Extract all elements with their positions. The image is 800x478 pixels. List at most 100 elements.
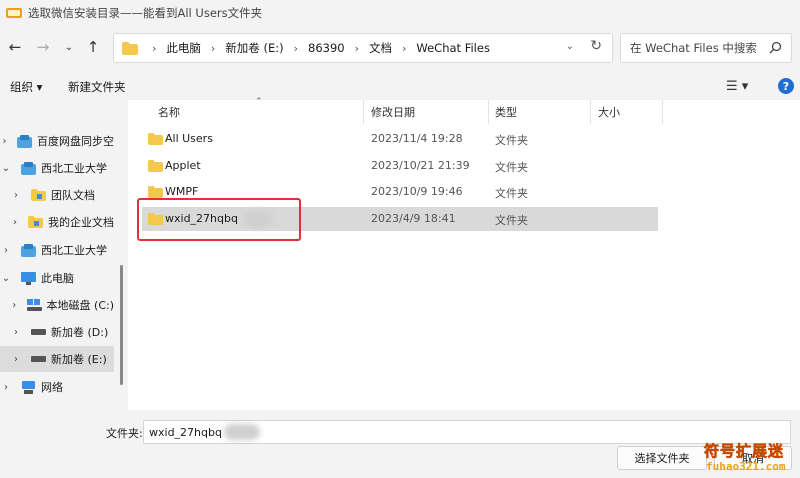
sidebar-item-this-pc[interactable]: ⌄ 此电脑: [0, 265, 114, 291]
command-bar: 组织 ▾ 新建文件夹 ☰ ▾ ?: [0, 72, 800, 100]
sidebar-item-drive-e[interactable]: › 新加卷 (E:): [0, 346, 114, 372]
breadcrumb-item[interactable]: WeChat Files: [416, 41, 490, 55]
sidebar-item-label: 新加卷 (E:): [51, 353, 107, 366]
refresh-icon[interactable]: ↻: [590, 38, 602, 54]
file-date: 2023/10/9 19:46: [371, 185, 463, 198]
view-options-icon[interactable]: ☰ ▾: [726, 79, 748, 94]
column-divider[interactable]: [488, 100, 489, 124]
column-divider[interactable]: [662, 100, 663, 124]
cloud-folder-icon: [20, 161, 36, 175]
folder-icon: [148, 133, 163, 145]
window-title: 选取微信安装目录——能看到All Users文件夹: [28, 6, 263, 20]
chevron-right-icon[interactable]: ›: [10, 217, 20, 228]
search-placeholder: 在 WeChat Files 中搜索: [630, 41, 757, 55]
chevron-right-icon: ›: [210, 41, 216, 55]
new-folder-button[interactable]: 新建文件夹: [68, 79, 126, 95]
drive-icon: [26, 298, 42, 312]
chevron-right-icon[interactable]: ›: [10, 354, 22, 365]
chevron-right-icon: ›: [152, 41, 157, 55]
breadcrumb: › 此电脑 › 新加卷 (E:) › 86390 › 文档 › WeChat F…: [142, 40, 490, 56]
chevron-down-icon[interactable]: ⌄: [0, 273, 12, 284]
sidebar-item-label: 百度网盘同步空: [37, 135, 114, 148]
network-icon: [20, 380, 36, 394]
watermark-url: fuhao321.com: [706, 460, 786, 473]
chevron-right-icon: ›: [354, 41, 359, 55]
help-icon[interactable]: ?: [778, 78, 794, 94]
up-arrow-icon[interactable]: ↑: [82, 36, 104, 58]
folder-icon: [148, 160, 163, 172]
column-divider[interactable]: [363, 100, 364, 124]
sidebar-item-drive-c[interactable]: › 本地磁盘 (C:): [0, 292, 114, 318]
chevron-right-icon: ›: [293, 41, 298, 55]
file-date: 2023/10/21 21:39: [371, 159, 470, 172]
sort-ascending-icon: ⌃: [255, 97, 263, 107]
chevron-right-icon[interactable]: ›: [0, 382, 12, 393]
folder-icon: [28, 215, 43, 229]
forward-arrow-icon[interactable]: →: [32, 36, 54, 58]
column-header-size[interactable]: 大小: [598, 104, 620, 120]
recent-locations-chevron-icon[interactable]: ⌄: [58, 36, 80, 58]
back-arrow-icon[interactable]: ←: [4, 36, 26, 58]
pc-icon: [20, 271, 36, 285]
highlight-annotation-box: [137, 198, 301, 241]
navigation-pane: › 百度网盘同步空 ⌄ 西北工业大学 › 团队文档 › 我的企业文档 › 西北工…: [0, 100, 118, 410]
chevron-right-icon[interactable]: ›: [10, 190, 22, 201]
sidebar-item-team-docs[interactable]: › 团队文档: [0, 182, 114, 208]
file-row[interactable]: All Users 2023/11/4 19:28 文件夹: [142, 127, 658, 151]
column-header-type[interactable]: 类型: [495, 104, 517, 120]
dialog-footer: 文件夹: wxid_27hqbq 选择文件夹 取消: [0, 410, 800, 478]
cloud-folder-icon: [17, 134, 32, 148]
chevron-down-icon[interactable]: ⌄: [0, 163, 12, 174]
organize-button[interactable]: 组织 ▾: [10, 79, 42, 95]
sidebar-item-enterprise-docs[interactable]: › 我的企业文档: [0, 209, 114, 235]
address-bar[interactable]: › 此电脑 › 新加卷 (E:) › 86390 › 文档 › WeChat F…: [113, 33, 613, 63]
sidebar-item-label: 网络: [41, 381, 63, 394]
folder-name-value: wxid_27hqbq: [149, 425, 222, 439]
sidebar-scrollbar[interactable]: [120, 265, 123, 385]
file-date: 2023/11/4 19:28: [371, 132, 463, 145]
select-folder-button[interactable]: 选择文件夹: [617, 446, 707, 470]
chevron-right-icon: ›: [402, 41, 407, 55]
column-header-name[interactable]: 名称: [158, 104, 180, 120]
sidebar-item-label: 西北工业大学: [41, 244, 107, 257]
file-date: 2023/4/9 18:41: [371, 212, 456, 225]
folder-name-label: 文件夹:: [106, 427, 143, 440]
sidebar-item-nwpu-2[interactable]: › 西北工业大学: [0, 237, 114, 263]
title-bar: 选取微信安装目录——能看到All Users文件夹: [0, 0, 800, 26]
folder-name-input[interactable]: wxid_27hqbq: [143, 420, 791, 444]
chevron-right-icon[interactable]: ›: [0, 245, 12, 256]
file-type: 文件夹: [495, 134, 528, 147]
drive-icon: [30, 352, 46, 366]
file-type: 文件夹: [495, 161, 528, 174]
site-watermark: 符号扩展迷 fuhao321.com: [700, 438, 800, 478]
breadcrumb-item[interactable]: 此电脑: [166, 40, 201, 56]
sidebar-item-label: 本地磁盘 (C:): [46, 299, 114, 312]
file-row[interactable]: Applet 2023/10/21 21:39 文件夹: [142, 154, 658, 178]
chevron-right-icon[interactable]: ›: [10, 300, 19, 311]
sidebar-item-nwpu[interactable]: ⌄ 西北工业大学: [0, 155, 114, 181]
watermark-title: 符号扩展迷: [704, 442, 785, 461]
chevron-right-icon[interactable]: ›: [0, 136, 9, 147]
sidebar-item-drive-d[interactable]: › 新加卷 (D:): [0, 319, 114, 345]
chevron-right-icon[interactable]: ›: [10, 327, 22, 338]
cloud-folder-icon: [20, 243, 36, 257]
folder-icon: [148, 186, 163, 198]
search-box[interactable]: 在 WeChat Files 中搜索: [620, 33, 792, 63]
breadcrumb-item[interactable]: 文档: [369, 40, 392, 56]
address-dropdown-icon[interactable]: ⌄: [566, 41, 574, 52]
column-divider[interactable]: [590, 100, 591, 124]
sidebar-item-label: 团队文档: [51, 189, 95, 202]
sidebar-item-label: 此电脑: [41, 272, 74, 285]
file-name: Applet: [165, 159, 201, 172]
sidebar-item-label: 西北工业大学: [41, 162, 107, 175]
column-header-date[interactable]: 修改日期: [371, 104, 415, 120]
drive-icon: [30, 325, 46, 339]
sidebar-item-network[interactable]: › 网络: [0, 374, 114, 400]
sidebar-item-baidu-sync[interactable]: › 百度网盘同步空: [0, 128, 114, 154]
file-type: 文件夹: [495, 187, 528, 200]
folder-icon: [30, 188, 46, 202]
breadcrumb-item[interactable]: 新加卷 (E:): [225, 40, 283, 56]
breadcrumb-item[interactable]: 86390: [308, 41, 345, 55]
sidebar-item-label: 我的企业文档: [48, 216, 114, 229]
file-type: 文件夹: [495, 214, 528, 227]
